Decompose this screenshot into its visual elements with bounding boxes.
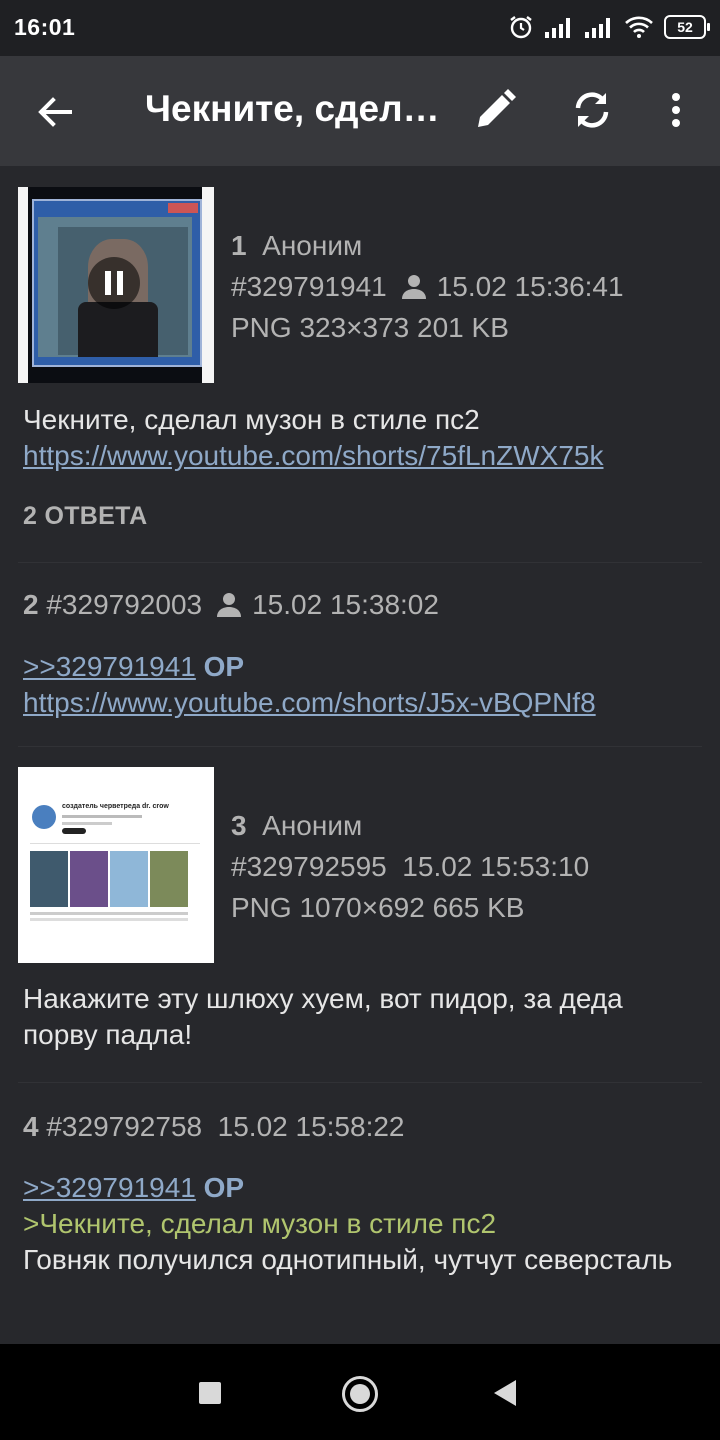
post-link[interactable]: https://www.youtube.com/shorts/J5x-vBQPN… bbox=[23, 685, 700, 721]
post-2-header: 2 #329792003 15.02 15:38:02 bbox=[23, 589, 439, 621]
post-id[interactable]: #329792595 bbox=[231, 851, 387, 882]
post-text: Говняк получился однотипный, чутчут севе… bbox=[23, 1244, 673, 1275]
answers-button[interactable]: 2 ОТВЕТА bbox=[23, 502, 147, 531]
post-author: Аноним bbox=[262, 230, 363, 261]
post-3-body: Накажите эту шлюху хуем, вот пидор, за д… bbox=[23, 981, 700, 1053]
post-author: Аноним bbox=[262, 810, 363, 841]
post-number: 4 bbox=[23, 1111, 39, 1142]
post-file-info: PNG 1070×692 665 KB bbox=[231, 892, 525, 923]
back-arrow-icon[interactable] bbox=[32, 89, 78, 135]
post-1-meta: 1 Аноним #329791941 15.02 15:36:41 PNG 32… bbox=[231, 225, 624, 348]
status-bar: 16:01 52 bbox=[0, 0, 720, 56]
wifi-icon bbox=[625, 16, 653, 38]
divider bbox=[18, 746, 702, 747]
status-icons: 52 bbox=[508, 12, 710, 42]
post-3-thumbnail[interactable]: создатель черветреда dr. crow bbox=[18, 767, 214, 963]
post-4: 4 #329792758 15.02 15:58:22 >>329791941 … bbox=[0, 1086, 720, 1344]
quote-text: >Чекните, сделал музон в стиле пс2 bbox=[23, 1208, 497, 1239]
home-button[interactable] bbox=[342, 1376, 378, 1412]
post-number: 2 bbox=[23, 589, 39, 620]
post-1-body: Чекните, сделал музон в стиле пс2 https:… bbox=[23, 402, 700, 474]
post-text: Накажите эту шлюху хуем, вот пидор, за д… bbox=[23, 983, 623, 1050]
post-date: 15.02 15:38:02 bbox=[252, 589, 439, 620]
signal-icon-2 bbox=[585, 18, 610, 38]
signal-icon bbox=[545, 18, 570, 38]
alarm-icon bbox=[510, 16, 532, 39]
status-time: 16:01 bbox=[14, 14, 76, 40]
post-4-header: 4 #329792758 15.02 15:58:22 bbox=[23, 1111, 405, 1143]
divider bbox=[18, 562, 702, 563]
post-text: Чекните, сделал музон в стиле пс2 bbox=[23, 404, 480, 435]
recents-button[interactable] bbox=[199, 1382, 221, 1404]
divider bbox=[18, 1082, 702, 1083]
edit-pencil-icon[interactable] bbox=[472, 87, 518, 133]
post-date: 15.02 15:53:10 bbox=[402, 851, 590, 882]
thread-title: Чекните, сдел… bbox=[145, 88, 440, 129]
op-marker: OP bbox=[203, 651, 245, 682]
person-icon bbox=[217, 593, 242, 617]
post-4-body: >>329791941 OP >Чекните, сделал музон в … bbox=[23, 1170, 700, 1278]
back-button[interactable] bbox=[494, 1380, 516, 1406]
battery-icon: 52 bbox=[664, 15, 710, 39]
post-date: 15.02 15:36:41 bbox=[436, 271, 624, 302]
op-marker: OP bbox=[203, 1172, 245, 1203]
post-number: 3 bbox=[231, 810, 247, 841]
post-date: 15.02 15:58:22 bbox=[217, 1111, 405, 1142]
system-nav-bar bbox=[0, 1344, 720, 1440]
person-icon bbox=[401, 275, 426, 299]
post-id[interactable]: #329792758 bbox=[46, 1111, 202, 1142]
more-options-icon[interactable] bbox=[653, 87, 699, 133]
post-3-meta: 3 Аноним #329792595 15.02 15:53:10 PNG 1… bbox=[231, 805, 589, 928]
post-id[interactable]: #329792003 bbox=[46, 589, 202, 620]
post-2-body: >>329791941 OP https://www.youtube.com/s… bbox=[23, 649, 700, 721]
thumbnail-caption: создатель черветреда dr. crow bbox=[62, 803, 169, 810]
post-2: 2 #329792003 15.02 15:38:02 >>329791941 O… bbox=[0, 566, 720, 746]
post-1-thumbnail[interactable] bbox=[18, 187, 214, 383]
post-3: создатель черветреда dr. crow 3 Аноним #… bbox=[0, 750, 720, 1070]
toolbar: Чекните, сдел… bbox=[0, 56, 720, 166]
refresh-icon[interactable] bbox=[569, 87, 615, 133]
thread-content: 1 Аноним #329791941 15.02 15:36:41 PNG 32… bbox=[0, 166, 720, 1344]
reply-reference-link[interactable]: >>329791941 bbox=[23, 1172, 196, 1203]
post-1: 1 Аноним #329791941 15.02 15:36:41 PNG 32… bbox=[0, 166, 720, 556]
post-id[interactable]: #329791941 bbox=[231, 271, 387, 302]
post-link[interactable]: https://www.youtube.com/shorts/75fLnZWX7… bbox=[23, 438, 700, 474]
play-pause-overlay-icon bbox=[88, 257, 140, 309]
reply-reference-link[interactable]: >>329791941 bbox=[23, 651, 196, 682]
post-number: 1 bbox=[231, 230, 247, 261]
post-file-info: PNG 323×373 201 KB bbox=[231, 312, 509, 343]
